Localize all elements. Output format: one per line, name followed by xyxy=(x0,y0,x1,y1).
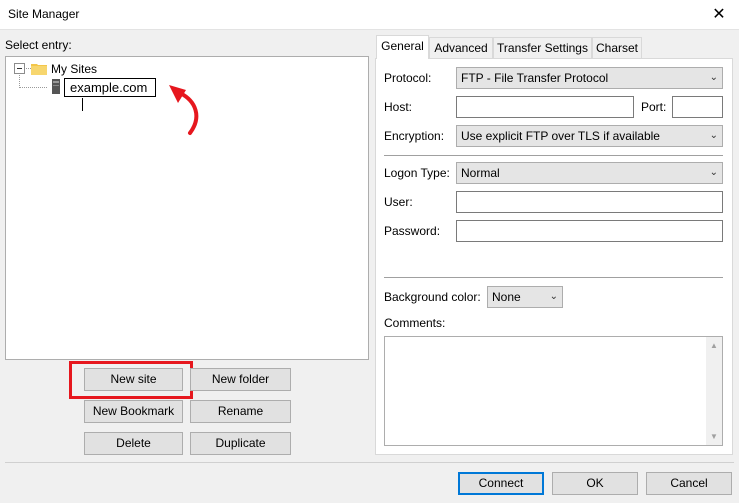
site-tree[interactable]: My Sites example.com xyxy=(5,56,369,360)
password-label: Password: xyxy=(384,224,441,238)
protocol-label: Protocol: xyxy=(384,71,432,85)
comments-label: Comments: xyxy=(384,316,446,330)
tree-root-label[interactable]: My Sites xyxy=(51,62,97,76)
user-label: User: xyxy=(384,195,413,209)
logon-type-select[interactable]: Normal ⌄ xyxy=(456,162,723,184)
close-icon[interactable]: ✕ xyxy=(699,0,739,30)
new-bookmark-button[interactable]: New Bookmark xyxy=(84,400,183,423)
tree-collapse-icon[interactable] xyxy=(14,63,25,74)
chevron-down-icon: ⌄ xyxy=(709,130,718,141)
general-panel: Protocol: FTP - File Transfer Protocol ⌄ … xyxy=(375,58,733,455)
new-folder-button[interactable]: New folder xyxy=(190,368,291,391)
comments-textarea[interactable]: ▲ ▼ xyxy=(384,336,723,446)
window-title: Site Manager xyxy=(8,7,80,21)
ok-button[interactable]: OK xyxy=(552,472,638,495)
host-label: Host: xyxy=(384,100,413,114)
comments-scrollbar[interactable]: ▲ ▼ xyxy=(706,337,722,445)
host-input[interactable] xyxy=(456,96,634,118)
background-color-select[interactable]: None ⌄ xyxy=(487,286,563,308)
protocol-select[interactable]: FTP - File Transfer Protocol ⌄ xyxy=(456,67,723,89)
port-label: Port: xyxy=(641,100,667,114)
divider xyxy=(384,277,723,278)
background-color-label: Background color: xyxy=(384,290,481,304)
select-entry-label: Select entry: xyxy=(5,38,72,52)
tab-charset[interactable]: Charset xyxy=(592,37,642,59)
title-bar: Site Manager ✕ xyxy=(0,0,739,30)
tab-general[interactable]: General xyxy=(376,35,429,59)
divider xyxy=(384,155,723,156)
port-input[interactable] xyxy=(672,96,723,118)
chevron-down-icon: ⌄ xyxy=(709,72,718,83)
scroll-up-icon[interactable]: ▲ xyxy=(710,341,718,350)
connect-button[interactable]: Connect xyxy=(458,472,544,495)
tab-transfer-settings[interactable]: Transfer Settings xyxy=(493,37,592,59)
scroll-down-icon[interactable]: ▼ xyxy=(710,432,718,441)
server-icon xyxy=(52,79,60,94)
new-site-button[interactable]: New site xyxy=(84,368,183,391)
duplicate-button[interactable]: Duplicate xyxy=(190,432,291,455)
footer-divider xyxy=(5,462,734,463)
delete-button[interactable]: Delete xyxy=(84,432,183,455)
tab-advanced[interactable]: Advanced xyxy=(429,37,493,59)
password-input[interactable] xyxy=(456,220,723,242)
encryption-select[interactable]: Use explicit FTP over TLS if available ⌄ xyxy=(456,125,723,147)
chevron-down-icon: ⌄ xyxy=(709,167,718,178)
folder-icon xyxy=(31,62,47,75)
site-name-edit[interactable]: example.com xyxy=(64,78,156,111)
user-input[interactable] xyxy=(456,191,723,213)
rename-button[interactable]: Rename xyxy=(190,400,291,423)
annotation-arrow-icon xyxy=(169,85,199,135)
encryption-label: Encryption: xyxy=(384,129,445,143)
chevron-down-icon: ⌄ xyxy=(549,291,558,302)
logon-type-label: Logon Type: xyxy=(384,166,450,180)
cancel-button[interactable]: Cancel xyxy=(646,472,732,495)
